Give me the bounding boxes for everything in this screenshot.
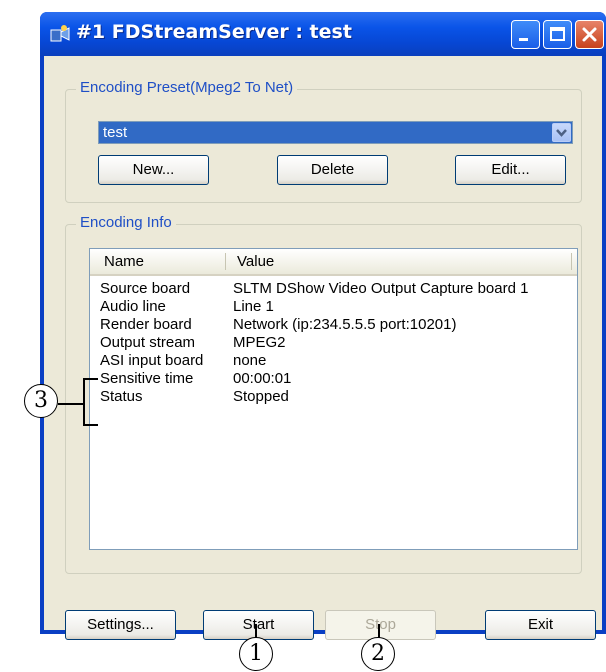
close-button[interactable] xyxy=(575,20,604,49)
list-header: Name Value xyxy=(90,249,577,276)
new-preset-button[interactable]: New... xyxy=(98,155,209,185)
edit-preset-button[interactable]: Edit... xyxy=(455,155,566,185)
encoding-info-list[interactable]: Name Value Source board SLTM DShow Video… xyxy=(89,248,578,550)
stop-button[interactable]: Stop xyxy=(325,610,436,640)
list-row[interactable]: Status Stopped xyxy=(90,388,577,406)
dropdown-arrow-button[interactable] xyxy=(552,123,571,142)
row-name: Output stream xyxy=(100,334,196,351)
row-name: Render board xyxy=(100,316,192,333)
column-separator[interactable] xyxy=(225,253,226,270)
window-client-area: Encoding Preset(Mpeg2 To Net) test New..… xyxy=(44,56,602,640)
row-value: MPEG2 xyxy=(233,334,286,351)
callout-3-bracket xyxy=(83,378,85,425)
row-value: SLTM DShow Video Output Capture board 1 xyxy=(233,280,529,297)
row-value: none xyxy=(233,352,267,369)
list-row[interactable]: Audio line Line 1 xyxy=(90,298,577,316)
delete-preset-button[interactable]: Delete xyxy=(277,155,388,185)
callout-2: 2 xyxy=(361,637,395,671)
list-row[interactable]: Source board SLTM DShow Video Output Cap… xyxy=(90,280,577,298)
encoding-preset-group: Encoding Preset(Mpeg2 To Net) xyxy=(65,79,582,203)
column-header-value[interactable]: Value xyxy=(237,253,274,270)
app-icon xyxy=(50,25,70,42)
preset-select[interactable]: test xyxy=(98,121,573,144)
exit-button[interactable]: Exit xyxy=(485,610,596,640)
callout-3-bracket-bottom xyxy=(83,424,98,426)
row-name: Sensitive time xyxy=(100,370,194,387)
row-value: 00:00:01 xyxy=(233,370,292,387)
callout-3: 3 xyxy=(24,384,58,418)
row-value: Network (ip:234.5.5.5 port:10201) xyxy=(233,316,457,333)
window-title: #1 FDStreamServer : test xyxy=(76,21,352,43)
callout-1: 1 xyxy=(239,637,273,671)
list-row[interactable]: Output stream MPEG2 xyxy=(90,334,577,352)
callout-3-bracket-top xyxy=(83,378,98,380)
app-window: #1 FDStreamServer : test Encoding Preset… xyxy=(40,12,606,640)
row-name: Source board xyxy=(100,280,191,297)
preset-selected-value: test xyxy=(103,124,128,141)
row-name: Audio line xyxy=(100,298,166,315)
encoding-preset-label: Encoding Preset(Mpeg2 To Net) xyxy=(76,79,298,96)
row-name: ASI input board xyxy=(100,352,204,369)
list-row[interactable]: ASI input board none xyxy=(90,352,577,370)
minimize-button[interactable] xyxy=(511,20,540,49)
callout-3-leader xyxy=(58,403,83,405)
settings-button[interactable]: Settings... xyxy=(65,610,176,640)
list-row[interactable]: Render board Network (ip:234.5.5.5 port:… xyxy=(90,316,577,334)
start-button[interactable]: Start xyxy=(203,610,314,640)
close-icon xyxy=(582,27,597,42)
column-header-name[interactable]: Name xyxy=(104,253,144,270)
maximize-icon xyxy=(550,27,565,41)
minimize-icon xyxy=(519,38,528,41)
title-bar[interactable]: #1 FDStreamServer : test xyxy=(40,12,606,56)
maximize-button[interactable] xyxy=(543,20,572,49)
row-name: Status xyxy=(100,388,143,405)
list-row[interactable]: Sensitive time 00:00:01 xyxy=(90,370,577,388)
column-separator[interactable] xyxy=(571,253,572,270)
chevron-down-icon xyxy=(556,129,567,137)
row-value: Stopped xyxy=(233,388,289,405)
encoding-info-label: Encoding Info xyxy=(76,214,176,231)
row-value: Line 1 xyxy=(233,298,274,315)
